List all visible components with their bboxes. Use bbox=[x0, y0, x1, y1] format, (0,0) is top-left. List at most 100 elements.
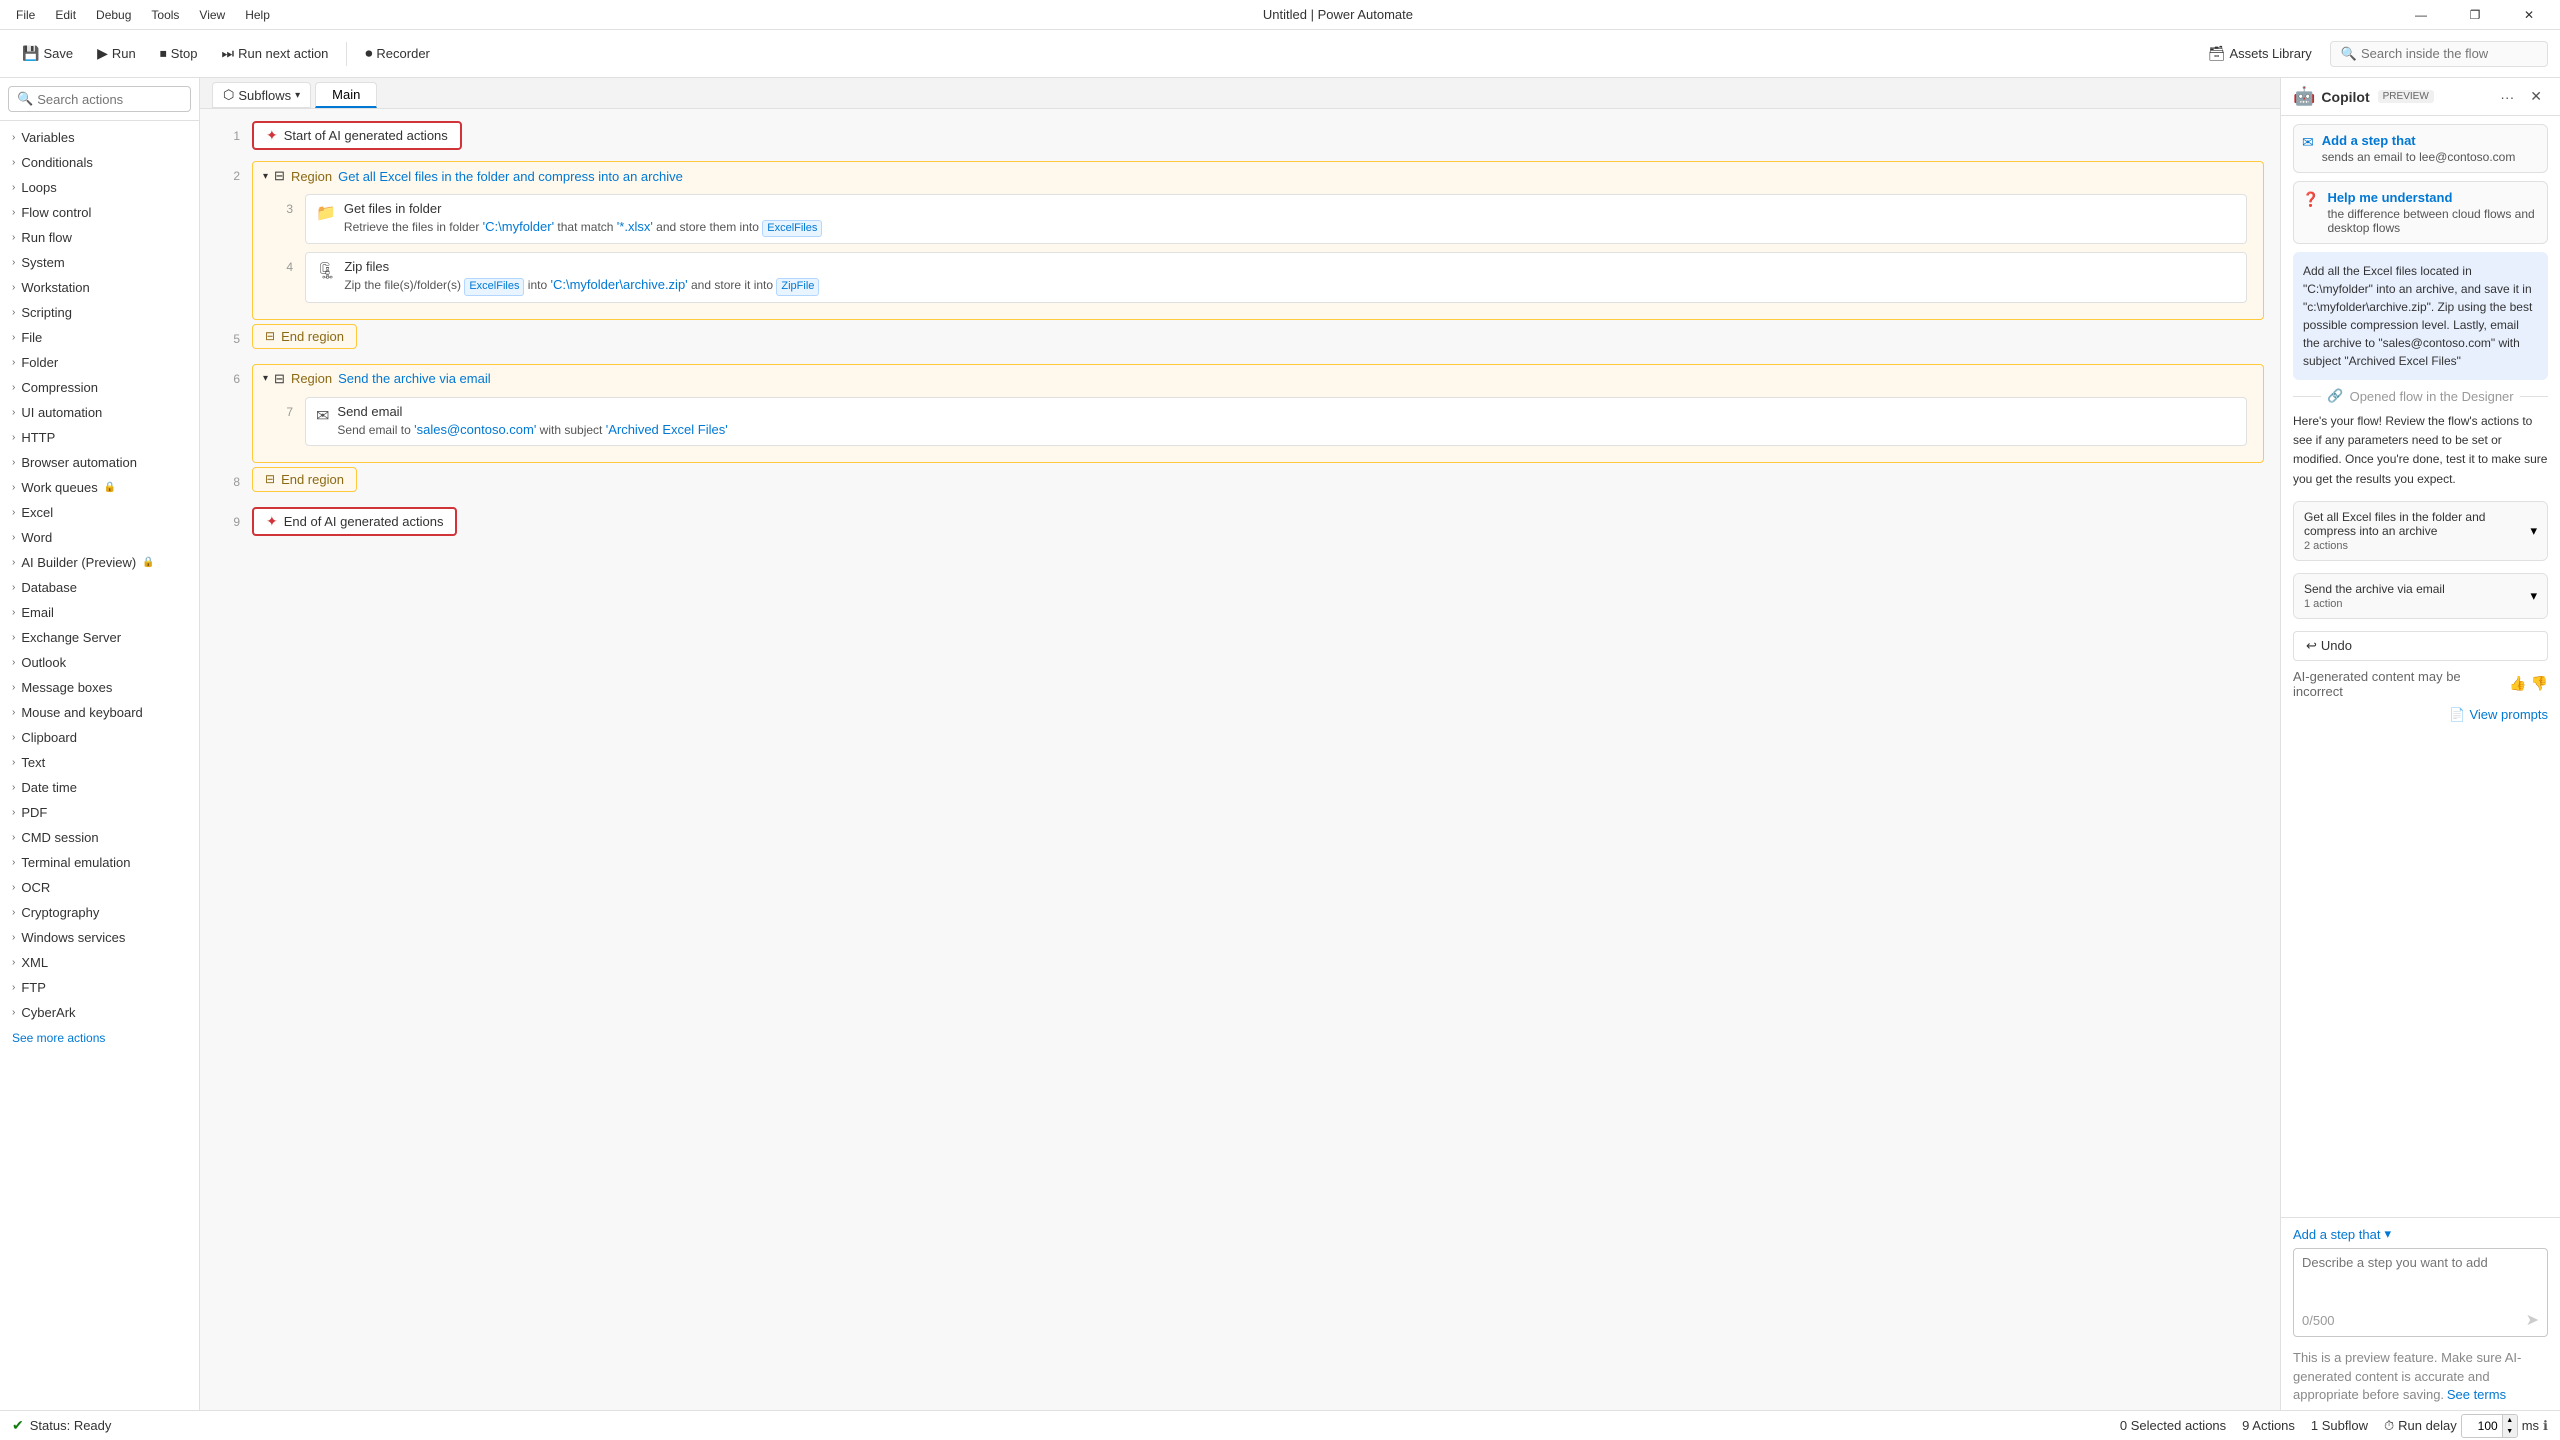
chevron-icon: › bbox=[12, 257, 15, 268]
stop-button[interactable]: ⏹ Stop bbox=[150, 39, 208, 68]
step-textarea[interactable] bbox=[2302, 1255, 2539, 1303]
run-delay-control: ⏱ Run delay ▲ ▼ ms ℹ bbox=[2384, 1414, 2548, 1438]
suggestion-add-step[interactable]: ✉ Add a step that sends an email to lee@… bbox=[2293, 124, 2548, 173]
thumbs-down-button[interactable]: 👎 bbox=[2531, 675, 2548, 692]
sidebar-item-variables[interactable]: ›Variables bbox=[0, 125, 199, 150]
menu-edit[interactable]: Edit bbox=[47, 6, 84, 24]
sidebar-item-ai-builder[interactable]: ›AI Builder (Preview) 🔒 bbox=[0, 550, 199, 575]
chevron-icon: › bbox=[12, 957, 15, 968]
suggestion-help-understand[interactable]: ❓ Help me understand the difference betw… bbox=[2293, 181, 2548, 244]
tab-main[interactable]: Main bbox=[315, 82, 377, 108]
close-button[interactable]: ✕ bbox=[2506, 0, 2552, 30]
ai-start-marker: ✦ Start of AI generated actions bbox=[252, 121, 462, 150]
card-chevron-icon: ▾ bbox=[2530, 523, 2537, 539]
sidebar-item-browser-automation[interactable]: ›Browser automation bbox=[0, 450, 199, 475]
menu-help[interactable]: Help bbox=[237, 6, 278, 24]
assets-library-button[interactable]: 🗃 Assets Library bbox=[2198, 39, 2322, 68]
copilot-more-button[interactable]: ··· bbox=[2494, 86, 2520, 107]
add-step-label[interactable]: Add a step that ▾ bbox=[2293, 1226, 2548, 1242]
sidebar-item-ui-automation[interactable]: ›UI automation bbox=[0, 400, 199, 425]
recorder-button[interactable]: ⏺ Recorder bbox=[355, 39, 439, 68]
sidebar-item-excel[interactable]: ›Excel bbox=[0, 500, 199, 525]
sidebar-item-ftp[interactable]: ›FTP bbox=[0, 975, 199, 1000]
menu-file[interactable]: File bbox=[8, 6, 43, 24]
sidebar-item-windows-services[interactable]: ›Windows services bbox=[0, 925, 199, 950]
sidebar-item-exchange-server[interactable]: ›Exchange Server bbox=[0, 625, 199, 650]
char-count: 0/500 ➤ bbox=[2302, 1310, 2539, 1330]
sidebar-item-terminal-emulation[interactable]: ›Terminal emulation bbox=[0, 850, 199, 875]
undo-button[interactable]: ↩ Undo bbox=[2293, 631, 2548, 661]
sidebar-item-flow-control[interactable]: ›Flow control bbox=[0, 200, 199, 225]
chevron-icon: › bbox=[12, 857, 15, 868]
sidebar-item-folder[interactable]: ›Folder bbox=[0, 350, 199, 375]
chevron-icon: › bbox=[12, 907, 15, 918]
region-excel-header[interactable]: ▾ ⊟ Region Get all Excel files in the fo… bbox=[253, 162, 2263, 190]
action-zip-files[interactable]: 🗜 Zip files Zip the file(s)/folder(s) Ex… bbox=[305, 252, 2247, 302]
action-get-files[interactable]: 📁 Get files in folder Retrieve the files… bbox=[305, 194, 2247, 244]
sidebar-item-database[interactable]: ›Database bbox=[0, 575, 199, 600]
sidebar-item-mouse-keyboard[interactable]: ›Mouse and keyboard bbox=[0, 700, 199, 725]
sidebar-item-http[interactable]: ›HTTP bbox=[0, 425, 199, 450]
run-next-action-button[interactable]: ⏭ Run next action bbox=[211, 39, 338, 68]
sidebar-item-work-queues[interactable]: ›Work queues 🔒 bbox=[0, 475, 199, 500]
sidebar-search-box[interactable]: 🔍 bbox=[8, 86, 191, 112]
minimize-button[interactable]: — bbox=[2398, 0, 2444, 30]
save-button[interactable]: 💾 Save bbox=[12, 39, 83, 68]
copilot-input-area: Add a step that ▾ 0/500 ➤ bbox=[2281, 1217, 2560, 1345]
menu-view[interactable]: View bbox=[191, 6, 233, 24]
sidebar-item-conditionals[interactable]: ›Conditionals bbox=[0, 150, 199, 175]
sidebar-item-ocr[interactable]: ›OCR bbox=[0, 875, 199, 900]
sidebar-item-pdf[interactable]: ›PDF bbox=[0, 800, 199, 825]
sidebar-item-text[interactable]: ›Text bbox=[0, 750, 199, 775]
tab-subflows[interactable]: ⬡ Subflows ▾ bbox=[212, 82, 311, 108]
sidebar-item-cmd-session[interactable]: ›CMD session bbox=[0, 825, 199, 850]
send-button[interactable]: ➤ bbox=[2526, 1310, 2539, 1330]
sidebar-item-file[interactable]: ›File bbox=[0, 325, 199, 350]
view-prompts-button[interactable]: 📄 View prompts bbox=[2293, 707, 2548, 723]
row-content-6: ▾ ⊟ Region Send the archive via email 7 bbox=[252, 364, 2264, 463]
run-button[interactable]: ▶ Run bbox=[87, 39, 146, 68]
action-card-email: Send the archive via email 1 action ▾ bbox=[2293, 573, 2548, 619]
copilot-logo-icon: 🤖 bbox=[2293, 86, 2315, 107]
copilot-close-button[interactable]: ✕ bbox=[2524, 86, 2548, 107]
run-delay-increment[interactable]: ▲ bbox=[2503, 1415, 2517, 1426]
region-email-header[interactable]: ▾ ⊟ Region Send the archive via email bbox=[253, 365, 2263, 393]
sidebar-item-system[interactable]: ›System bbox=[0, 250, 199, 275]
sidebar-item-date-time[interactable]: ›Date time bbox=[0, 775, 199, 800]
run-delay-value-input[interactable] bbox=[2462, 1417, 2502, 1435]
see-more-actions[interactable]: See more actions bbox=[0, 1025, 199, 1051]
subflows-chevron-icon: ▾ bbox=[295, 90, 300, 101]
see-terms-link[interactable]: See terms bbox=[2447, 1387, 2506, 1402]
sidebar-item-clipboard[interactable]: ›Clipboard bbox=[0, 725, 199, 750]
sidebar-item-message-boxes[interactable]: ›Message boxes bbox=[0, 675, 199, 700]
sidebar-search-input[interactable] bbox=[37, 92, 182, 107]
thumbs-up-button[interactable]: 👍 bbox=[2509, 675, 2526, 692]
run-delay-decrement[interactable]: ▼ bbox=[2503, 1426, 2517, 1437]
sidebar-item-xml[interactable]: ›XML bbox=[0, 950, 199, 975]
search-inside-input[interactable] bbox=[2361, 46, 2537, 61]
sidebar-item-word[interactable]: ›Word bbox=[0, 525, 199, 550]
chevron-icon: › bbox=[12, 832, 15, 843]
row-content-8: ⊟ End region bbox=[252, 467, 2264, 492]
sidebar-item-cryptography[interactable]: ›Cryptography bbox=[0, 900, 199, 925]
action-card-email-header[interactable]: Send the archive via email 1 action ▾ bbox=[2294, 574, 2547, 618]
action-send-email[interactable]: ✉ Send email Send email to 'sales@contos… bbox=[305, 397, 2247, 446]
row-content-1: ✦ Start of AI generated actions bbox=[252, 121, 2264, 150]
chevron-icon: › bbox=[12, 482, 15, 493]
sidebar-item-workstation[interactable]: ›Workstation bbox=[0, 275, 199, 300]
toolbar: 💾 Save ▶ Run ⏹ Stop ⏭ Run next action ⏺ … bbox=[0, 30, 2560, 78]
ai-end-marker: ✦ End of AI generated actions bbox=[252, 507, 457, 536]
menu-tools[interactable]: Tools bbox=[143, 6, 187, 24]
region-icon: ⊟ bbox=[274, 371, 285, 387]
sidebar-item-scripting[interactable]: ›Scripting bbox=[0, 300, 199, 325]
menu-debug[interactable]: Debug bbox=[88, 6, 139, 24]
sidebar-item-cyberark[interactable]: ›CyberArk bbox=[0, 1000, 199, 1025]
search-inside-flow[interactable]: 🔍 bbox=[2330, 41, 2548, 67]
sidebar-item-run-flow[interactable]: ›Run flow bbox=[0, 225, 199, 250]
sidebar-item-loops[interactable]: ›Loops bbox=[0, 175, 199, 200]
sidebar-item-email[interactable]: ›Email bbox=[0, 600, 199, 625]
sidebar-item-compression[interactable]: ›Compression bbox=[0, 375, 199, 400]
action-card-excel-header[interactable]: Get all Excel files in the folder and co… bbox=[2294, 502, 2547, 560]
sidebar-item-outlook[interactable]: ›Outlook bbox=[0, 650, 199, 675]
restore-button[interactable]: ❐ bbox=[2452, 0, 2498, 30]
